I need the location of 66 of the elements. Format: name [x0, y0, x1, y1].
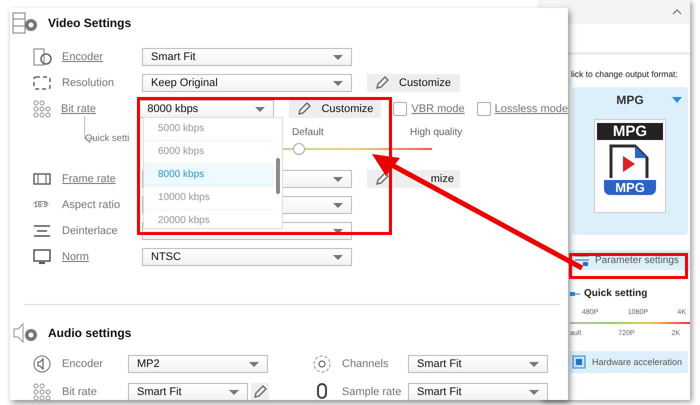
customize-button[interactable]: Customize	[367, 74, 460, 92]
chip-icon	[572, 355, 586, 369]
dropdown[interactable]: 8000 kbps	[138, 100, 274, 118]
caret-icon	[333, 80, 343, 86]
setting-link[interactable]: Norm	[62, 251, 142, 263]
dropdown[interactable]: Smart Fit	[408, 383, 548, 400]
dropdown[interactable]: Smart Fit	[142, 48, 352, 66]
slider-thumb[interactable]	[293, 143, 306, 155]
sliders-icon	[574, 253, 590, 267]
checkbox[interactable]	[393, 102, 408, 116]
caret-icon	[529, 362, 539, 366]
speaker-icon	[32, 354, 52, 374]
caret-icon	[255, 106, 266, 112]
triangle-down-icon	[672, 97, 682, 103]
monitor-icon	[32, 247, 52, 267]
dropdown[interactable]: Keep Original	[142, 74, 352, 92]
slider-label: Default	[292, 127, 324, 138]
setting-label: Deinterlace	[62, 225, 119, 237]
dots-icon	[32, 382, 52, 400]
dropdown[interactable]: NTSC	[142, 248, 352, 266]
caret-icon	[333, 254, 343, 260]
caret-icon	[333, 54, 343, 60]
format-card[interactable]: MPG MPG MPG	[572, 87, 688, 235]
caret-icon	[333, 176, 343, 182]
setting-label: Quick setti	[85, 133, 130, 144]
pencil-icon	[375, 172, 389, 186]
film-gear-icon	[32, 47, 52, 67]
setting-label: Channels	[342, 358, 390, 370]
setting-label: Resolution	[62, 77, 115, 89]
bullet-icon	[570, 290, 580, 296]
dropdown[interactable]: Smart Fit	[128, 383, 248, 400]
hint-text: lick to change output format:	[570, 69, 679, 79]
setting-link[interactable]: Encoder	[62, 51, 142, 63]
slider-label: High quality	[410, 127, 462, 138]
hardware-acceleration-button[interactable]: Hardware acceleration	[570, 351, 688, 373]
setting-label: Encoder	[62, 358, 104, 370]
pencil-icon	[375, 76, 389, 90]
dropdown[interactable]: Smart Fit	[408, 355, 548, 373]
pencil-icon	[253, 385, 267, 399]
setting-link[interactable]: Frame rate	[62, 173, 142, 185]
file-label: MPG	[597, 123, 663, 140]
checkbox-link[interactable]: Lossless mode	[494, 103, 568, 115]
section-title: Video Settings	[48, 16, 132, 30]
pencil-icon	[297, 102, 312, 116]
checkbox-link[interactable]: VBR mode	[411, 103, 465, 115]
caret-icon	[333, 228, 343, 234]
caret-icon	[249, 362, 259, 366]
dots-icon	[32, 99, 52, 119]
section-label: Quick setting	[584, 288, 648, 299]
caret-icon	[229, 390, 239, 394]
setting-label: Aspect ratio	[62, 199, 122, 211]
checkbox[interactable]	[476, 102, 491, 116]
scrollbar-thumb[interactable]	[276, 158, 280, 194]
section-title: Audio settings	[48, 326, 132, 340]
caret-icon	[333, 202, 343, 208]
edit-button[interactable]	[251, 383, 269, 400]
setting-label: Bit rate	[62, 386, 98, 398]
channels-icon	[312, 354, 332, 374]
customize-button[interactable]: Customize	[289, 100, 382, 118]
dropdown[interactable]: MP2	[128, 355, 268, 373]
caret-icon	[529, 390, 539, 394]
format-name: MPG	[616, 93, 644, 107]
chevron-up-icon	[672, 9, 682, 15]
setting-link[interactable]: Bit rate	[61, 103, 138, 115]
setting-label: Sample rate	[342, 386, 402, 398]
file-label: MPG	[604, 180, 656, 195]
